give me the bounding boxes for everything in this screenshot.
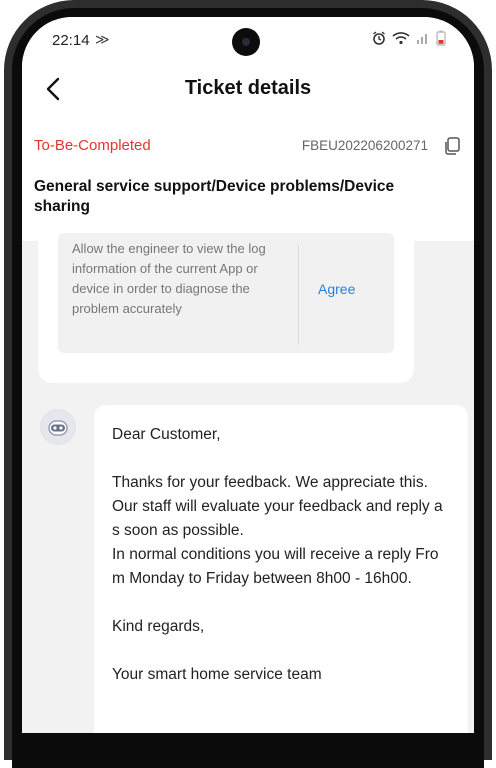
alarm-icon [372,31,386,50]
support-bot-icon [40,409,76,445]
divider [298,245,299,345]
navigation-bar: Ticket details [22,69,474,113]
agree-button[interactable]: Agree [318,281,355,297]
consent-box: Allow the engineer to view the log infor… [58,233,394,353]
ticket-category: General service support/Device problems/… [34,178,395,215]
wifi-icon [392,31,410,50]
consent-text: Allow the engineer to view the log infor… [72,241,266,316]
support-message: Dear Customer, Thanks for your feedback.… [94,405,468,733]
page-title: Ticket details [184,77,312,99]
status-time: 22:14 [52,32,90,49]
signal-icon [416,31,430,50]
status-icons [372,30,446,51]
consent-card: Allow the engineer to view the log infor… [38,227,414,383]
copy-icon[interactable] [442,136,462,156]
status-extra-icon: ≫ [95,31,110,47]
battery-icon [436,30,446,51]
ticket-status-row: To-Be-Completed FBEU202206200271 [22,135,474,159]
ticket-number: FBEU202206200271 [301,138,428,153]
status-bar: 22:14 ≫ [22,17,474,57]
message-body: Dear Customer, Thanks for your feedback.… [112,426,443,683]
front-camera [232,28,260,56]
phone-screen: 22:14 ≫ Ticket details To-Be-Completed F… [22,17,474,733]
ticket-status: To-Be-Completed [34,137,151,154]
